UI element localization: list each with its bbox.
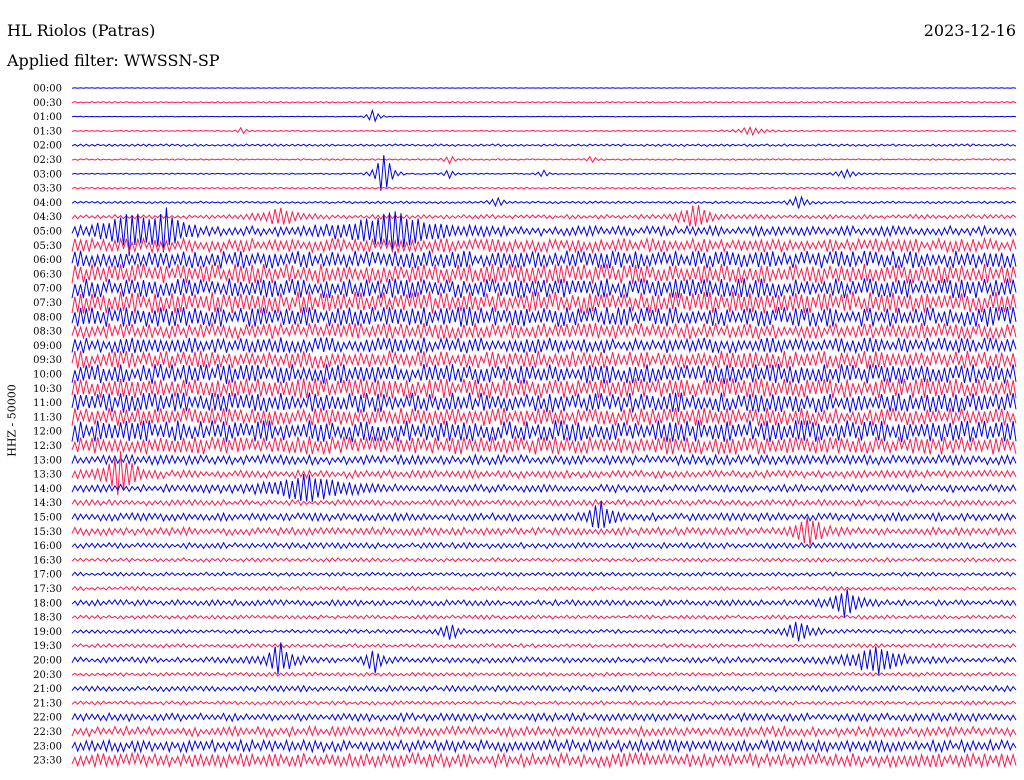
time-label: 10:30 — [33, 384, 62, 395]
trace-0000 — [71, 87, 1017, 89]
trace-0930 — [71, 350, 1017, 369]
time-label: 05:30 — [33, 241, 62, 252]
time-label: 09:30 — [33, 355, 62, 366]
trace-2200 — [71, 711, 1017, 723]
time-label: 13:00 — [33, 455, 62, 466]
time-label: 05:00 — [33, 227, 62, 238]
time-label: 12:00 — [33, 427, 62, 438]
time-label: 10:00 — [33, 370, 62, 381]
time-label: 12:30 — [33, 441, 62, 452]
trace-2230 — [71, 724, 1017, 739]
trace-2100 — [71, 684, 1017, 693]
time-label: 01:30 — [33, 126, 62, 137]
time-label: 21:30 — [33, 698, 62, 709]
time-label: 16:00 — [33, 541, 62, 552]
time-label: 11:00 — [33, 398, 62, 409]
time-label: 08:30 — [33, 327, 62, 338]
time-label: 16:30 — [33, 555, 62, 566]
time-label: 15:30 — [33, 527, 62, 538]
time-label: 22:00 — [33, 713, 62, 724]
trace-0300 — [71, 155, 1017, 191]
trace-0330 — [71, 186, 1017, 190]
trace-0100 — [71, 108, 1017, 123]
time-label: 04:30 — [33, 212, 62, 223]
trace-1500 — [71, 500, 1017, 529]
time-label: 18:30 — [33, 613, 62, 624]
time-label: 18:00 — [33, 598, 62, 609]
time-label: 01:00 — [33, 112, 62, 123]
trace-0900 — [71, 336, 1017, 355]
time-label: 02:00 — [33, 141, 62, 152]
time-label: 23:30 — [33, 756, 62, 767]
trace-0400 — [71, 195, 1017, 209]
trace-1300 — [71, 453, 1017, 467]
trace-2000 — [71, 642, 1017, 675]
time-label: 22:30 — [33, 727, 62, 738]
trace-1800 — [71, 589, 1017, 618]
time-label: 19:00 — [33, 627, 62, 638]
trace-0200 — [71, 143, 1017, 148]
time-label: 06:00 — [33, 255, 62, 266]
time-label: 07:00 — [33, 284, 62, 295]
trace-1430 — [71, 498, 1017, 507]
trace-1030 — [71, 378, 1017, 399]
trace-0700 — [71, 278, 1017, 299]
time-label: 23:00 — [33, 741, 62, 752]
trace-0230 — [71, 155, 1017, 165]
time-label: 19:30 — [33, 641, 62, 652]
trace-2030 — [71, 671, 1017, 678]
time-label: 13:30 — [33, 470, 62, 481]
trace-0130 — [71, 125, 1017, 137]
trace-1400 — [71, 473, 1017, 502]
time-label: 03:30 — [33, 184, 62, 195]
time-label: 06:30 — [33, 269, 62, 280]
trace-2130 — [71, 700, 1017, 706]
time-label: 20:30 — [33, 670, 62, 681]
time-label: 14:00 — [33, 484, 62, 495]
time-label: 21:00 — [33, 684, 62, 695]
time-label: 00:30 — [33, 98, 62, 109]
trace-1930 — [71, 642, 1017, 649]
trace-1730 — [71, 585, 1017, 592]
trace-0530 — [71, 236, 1017, 255]
trace-1530 — [71, 517, 1017, 546]
trace-1000 — [71, 363, 1017, 385]
time-label: 03:00 — [33, 169, 62, 180]
trace-0830 — [71, 321, 1017, 341]
trace-1600 — [71, 541, 1017, 550]
time-label: 17:30 — [33, 584, 62, 595]
trace-2330 — [71, 751, 1017, 769]
trace-0430 — [71, 205, 1017, 227]
trace-0030 — [71, 100, 1017, 104]
time-label: 15:00 — [33, 513, 62, 524]
time-label: 02:30 — [33, 155, 62, 166]
seismogram-plot: 00:00 00:30 01:00 01:30 02:00 02:30 03:00 03:30… — [33, 84, 1017, 769]
time-label: 14:30 — [33, 498, 62, 509]
time-label: 07:30 — [33, 298, 62, 309]
time-label: 20:00 — [33, 656, 62, 667]
time-label: 08:00 — [33, 312, 62, 323]
time-label: 17:00 — [33, 570, 62, 581]
trace-1830 — [71, 614, 1017, 620]
time-label: 09:00 — [33, 341, 62, 352]
time-label: 00:00 — [33, 84, 62, 95]
time-label: 04:00 — [33, 198, 62, 209]
time-label: 11:30 — [33, 412, 62, 423]
trace-1230 — [71, 436, 1017, 455]
trace-1700 — [71, 571, 1017, 577]
trace-1130 — [71, 407, 1017, 426]
trace-1630 — [71, 557, 1017, 563]
trace-1900 — [71, 621, 1017, 642]
trace-2300 — [71, 737, 1017, 754]
